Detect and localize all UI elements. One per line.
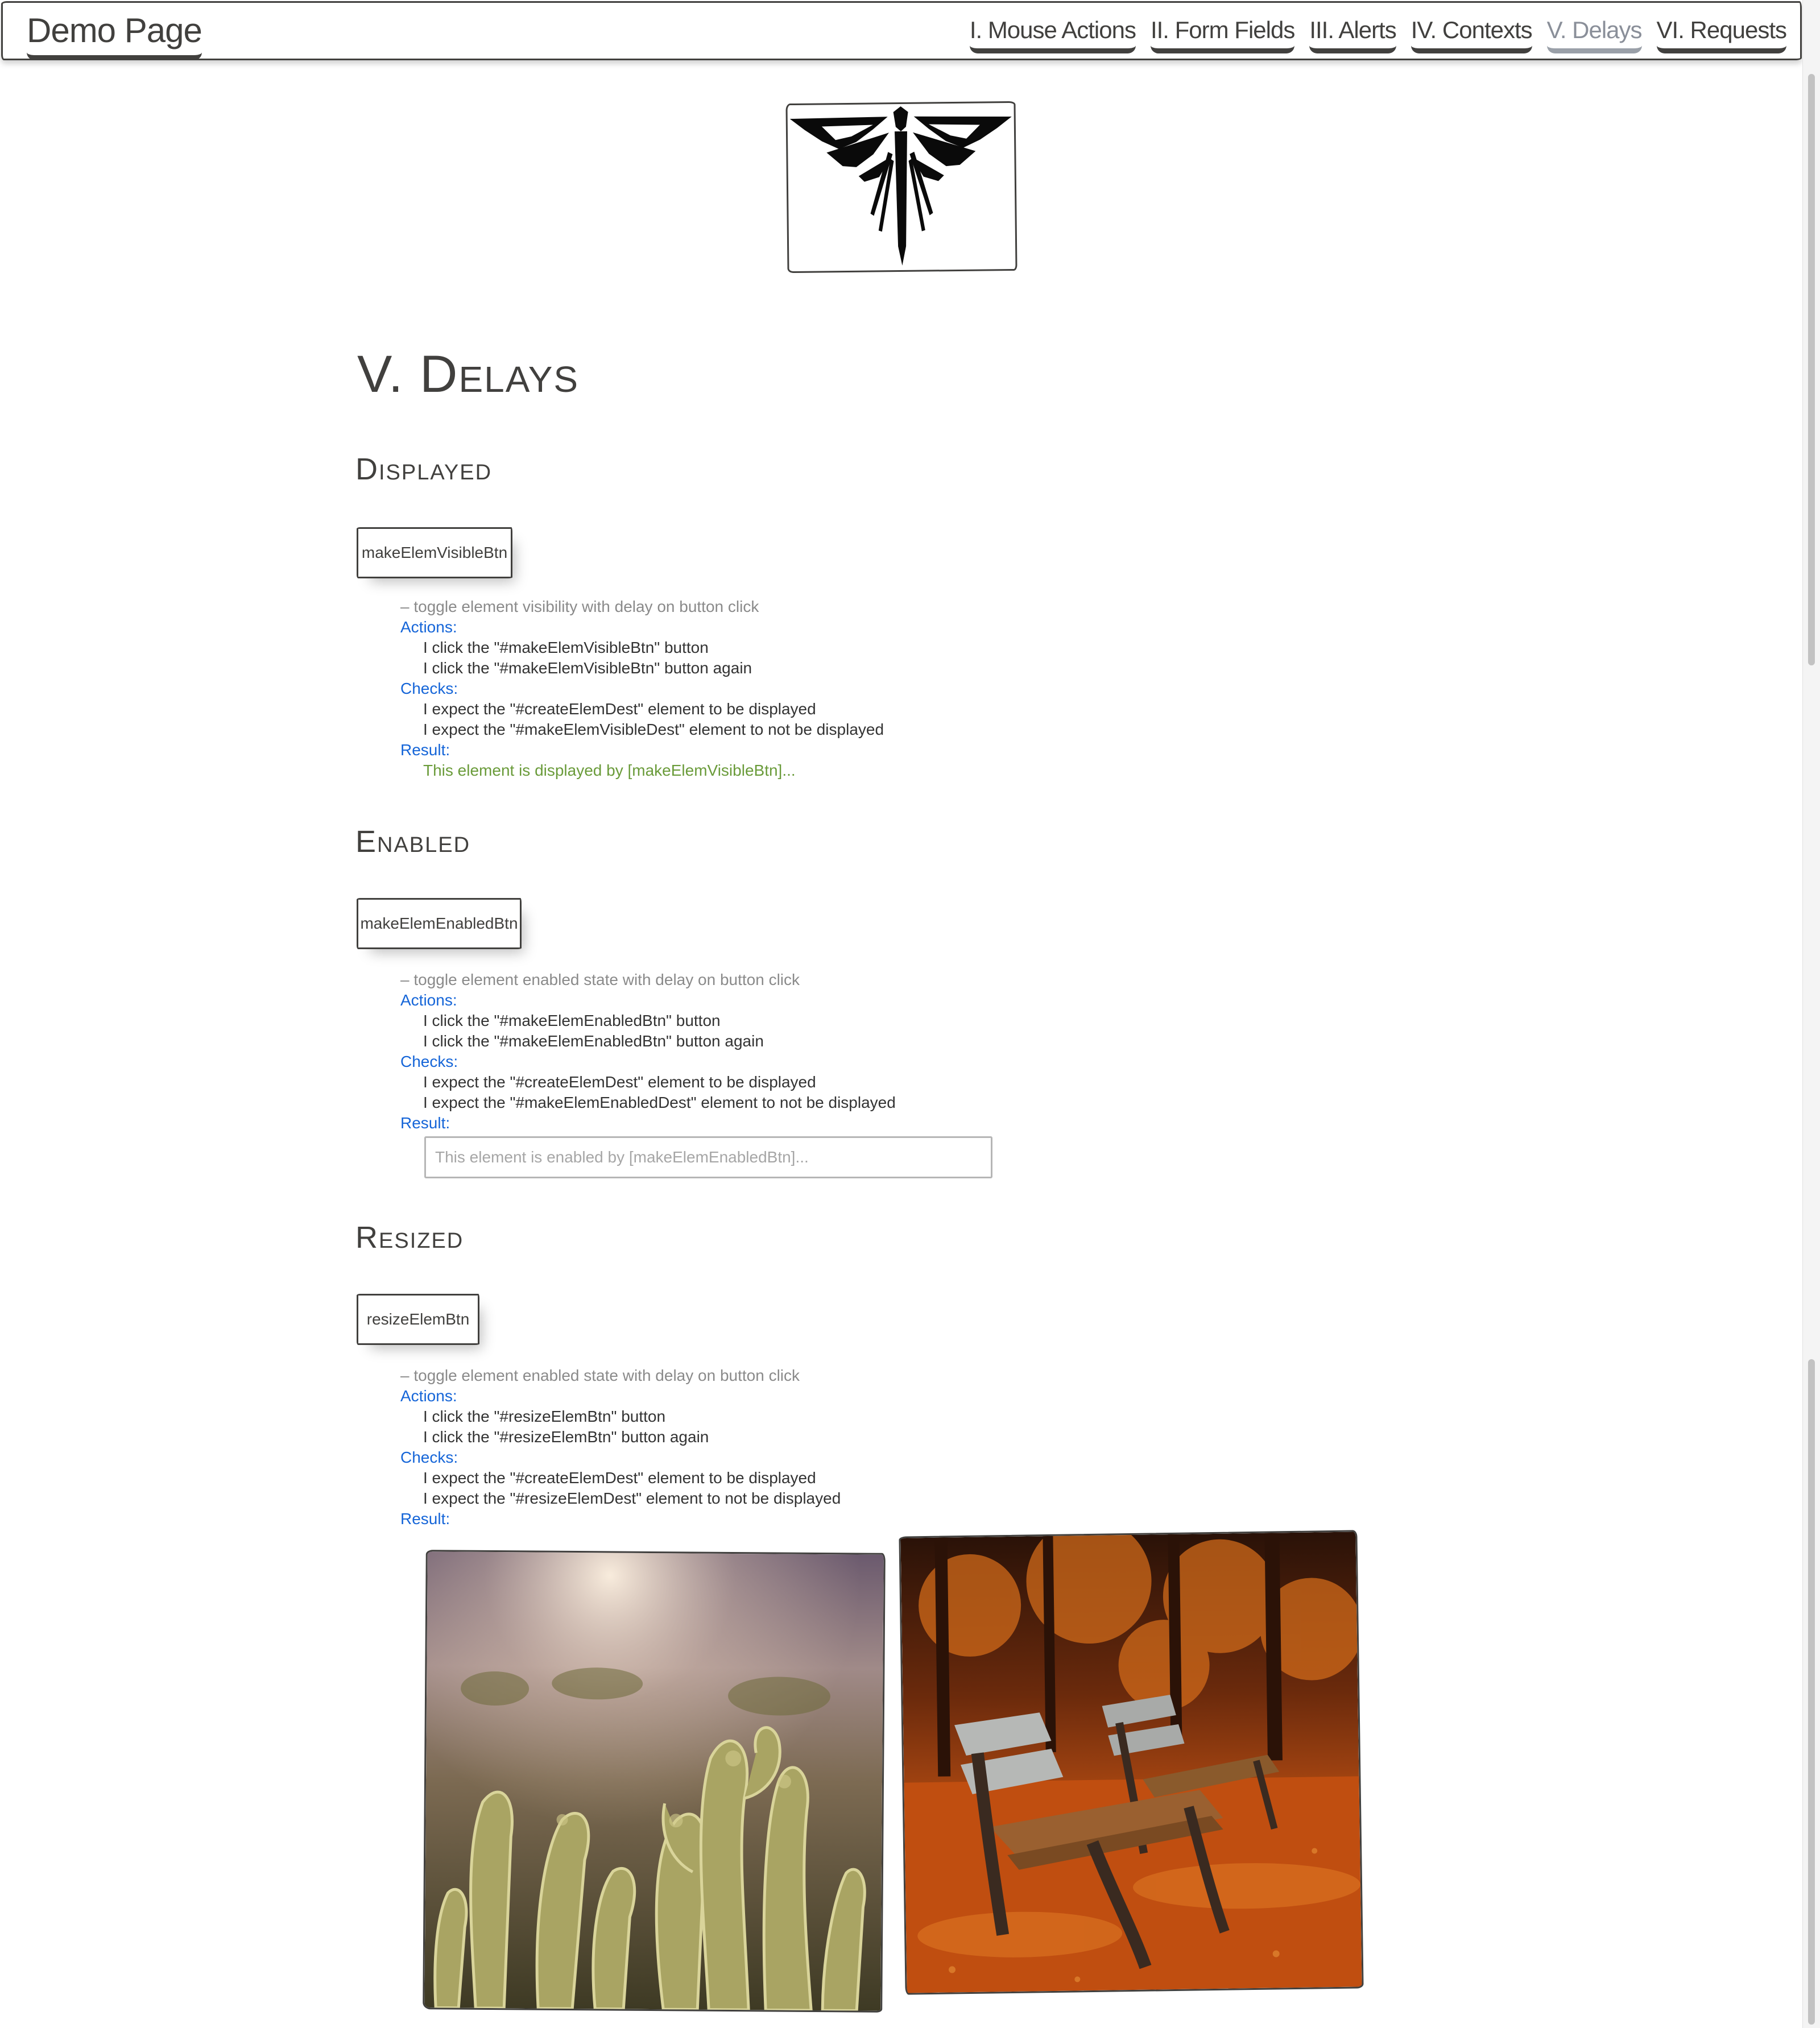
enabled-spec: – toggle element enabled state with dela… bbox=[400, 970, 896, 1133]
actions-label: Actions: bbox=[400, 991, 457, 1009]
nav-form-fields[interactable]: II. Form Fields bbox=[1150, 15, 1295, 53]
section-title-enabled: Enabled bbox=[355, 825, 471, 859]
brand-link[interactable]: Demo Page bbox=[27, 11, 202, 60]
checks-label: Checks: bbox=[400, 680, 458, 697]
displayed-spec: – toggle element visibility with delay o… bbox=[400, 597, 884, 781]
resize-elem-button[interactable]: resizeElemBtn bbox=[357, 1294, 479, 1345]
page-scrollbar[interactable] bbox=[1802, 0, 1820, 2028]
nav-mouse-actions[interactable]: I. Mouse Actions bbox=[969, 15, 1136, 53]
action-step: I click the "#makeElemEnabledBtn" button… bbox=[423, 1032, 764, 1050]
check-step: I expect the "#resizeElemDest" element t… bbox=[423, 1489, 841, 1507]
check-step: I expect the "#makeElemVisibleDest" elem… bbox=[423, 721, 884, 738]
actions-label: Actions: bbox=[400, 618, 457, 636]
scroll-thumb[interactable] bbox=[1808, 1359, 1815, 2025]
nav-contexts[interactable]: IV. Contexts bbox=[1410, 15, 1533, 53]
nav-requests[interactable]: VI. Requests bbox=[1656, 15, 1787, 53]
check-step: I expect the "#createElemDest" element t… bbox=[423, 1073, 816, 1091]
cactus-photo bbox=[424, 1551, 884, 2011]
result-label: Result: bbox=[400, 1510, 450, 1528]
action-step: I click the "#resizeElemBtn" button agai… bbox=[423, 1428, 709, 1446]
enabled-dest-input[interactable] bbox=[424, 1136, 992, 1178]
top-navbar: Demo Page I. Mouse Actions II. Form Fiel… bbox=[1, 1, 1802, 60]
check-step: I expect the "#createElemDest" element t… bbox=[423, 700, 816, 718]
main-nav: I. Mouse Actions II. Form Fields III. Al… bbox=[969, 15, 1787, 53]
autumn-bench-photo bbox=[900, 1532, 1362, 1993]
spec-description: – toggle element enabled state with dela… bbox=[400, 971, 800, 988]
checks-label: Checks: bbox=[400, 1448, 458, 1466]
firefly-emblem-icon bbox=[789, 106, 1012, 266]
bench-image bbox=[899, 1530, 1364, 1995]
visible-dest-text: This element is displayed by [makeElemVi… bbox=[423, 761, 796, 779]
section-title-resized: Resized bbox=[355, 1220, 464, 1255]
action-step: I click the "#makeElemEnabledBtn" button bbox=[423, 1012, 721, 1029]
result-label: Result: bbox=[400, 741, 450, 759]
result-label: Result: bbox=[400, 1114, 450, 1132]
make-elem-enabled-button[interactable]: makeElemEnabledBtn bbox=[357, 898, 522, 949]
check-step: I expect the "#createElemDest" element t… bbox=[423, 1469, 816, 1487]
spec-description: – toggle element visibility with delay o… bbox=[400, 598, 759, 615]
make-elem-visible-button[interactable]: makeElemVisibleBtn bbox=[357, 527, 512, 578]
nav-delays[interactable]: V. Delays bbox=[1546, 15, 1643, 53]
checks-label: Checks: bbox=[400, 1053, 458, 1070]
spec-description: – toggle element enabled state with dela… bbox=[400, 1367, 800, 1384]
actions-label: Actions: bbox=[400, 1387, 457, 1405]
section-title-displayed: Displayed bbox=[355, 452, 493, 486]
nav-alerts[interactable]: III. Alerts bbox=[1309, 15, 1397, 53]
page-title: V. Delays bbox=[357, 345, 580, 403]
action-step: I click the "#makeElemVisibleBtn" button… bbox=[423, 659, 752, 677]
logo bbox=[785, 101, 1017, 274]
check-step: I expect the "#makeElemEnabledDest" elem… bbox=[423, 1094, 896, 1111]
action-step: I click the "#resizeElemBtn" button bbox=[423, 1408, 666, 1425]
resized-spec: – toggle element enabled state with dela… bbox=[400, 1365, 841, 1529]
action-step: I click the "#makeElemVisibleBtn" button bbox=[423, 639, 709, 656]
cactus-image bbox=[423, 1550, 886, 2013]
scroll-thumb[interactable] bbox=[1808, 74, 1815, 665]
